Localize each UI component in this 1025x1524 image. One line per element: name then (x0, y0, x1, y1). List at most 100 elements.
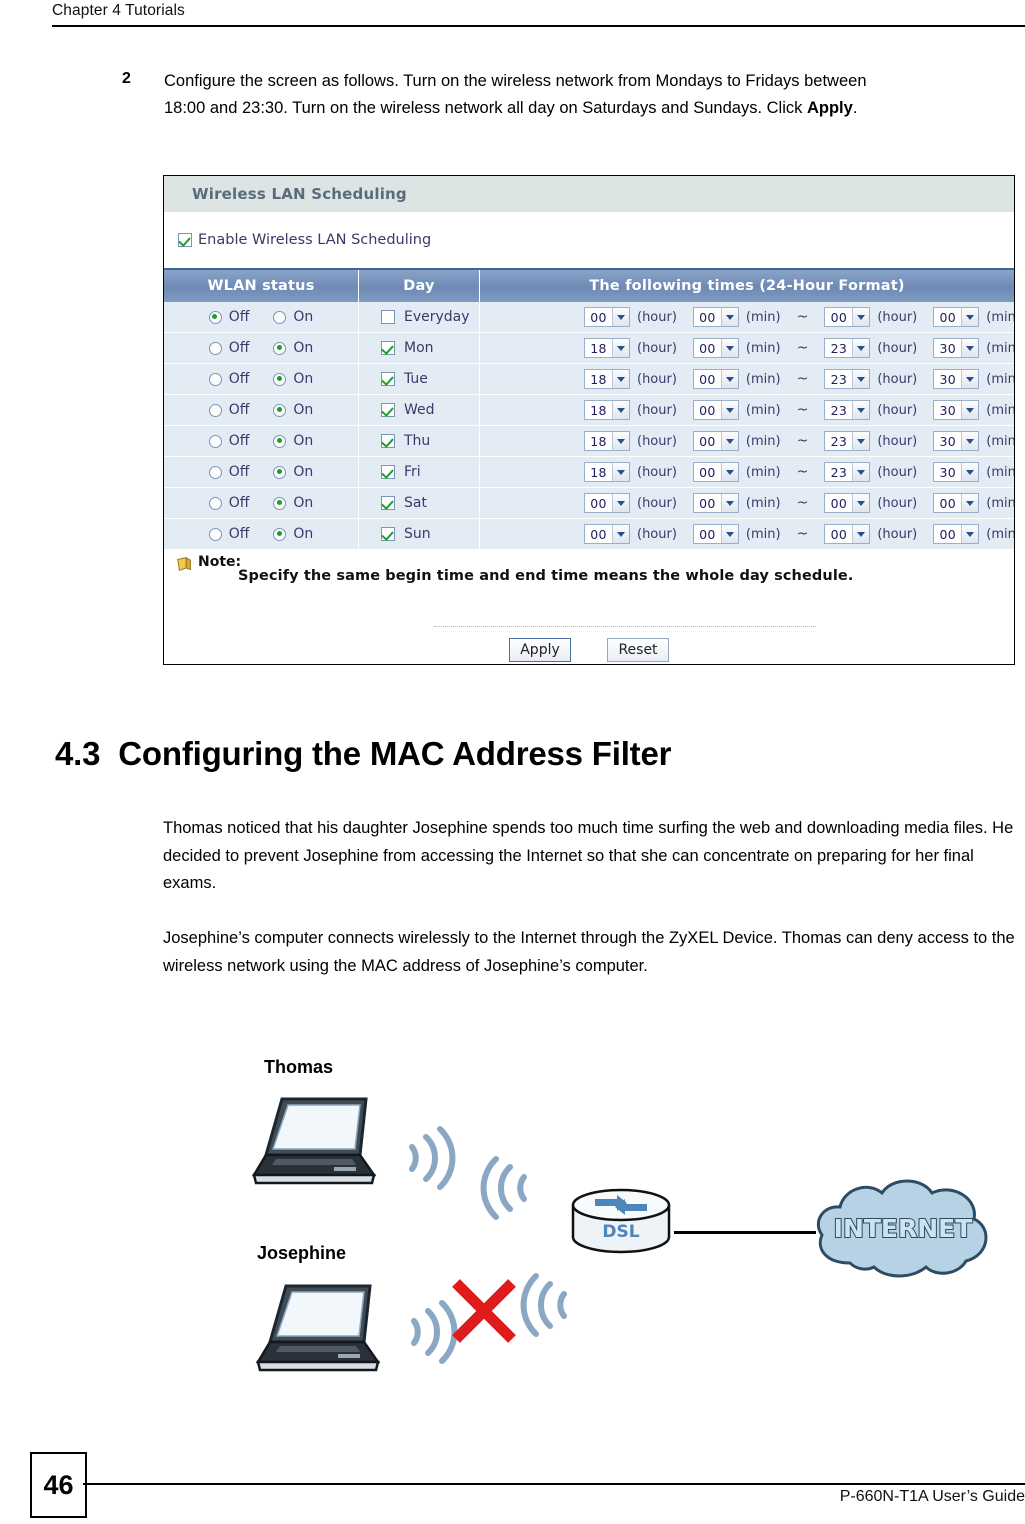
chevron-down-icon[interactable] (961, 494, 979, 512)
end-hour-select-thu[interactable]: 23 (824, 431, 871, 451)
chevron-down-icon[interactable] (852, 308, 870, 326)
radio-off-fri[interactable] (208, 465, 222, 479)
radio-off-sat[interactable] (208, 496, 222, 510)
end-min-select-sun[interactable]: 00 (933, 524, 980, 544)
chevron-down-icon[interactable] (961, 339, 979, 357)
radio-off-thu[interactable] (208, 434, 222, 448)
chevron-down-icon[interactable] (720, 525, 738, 543)
radio-off-sun[interactable] (208, 527, 222, 541)
chevron-down-icon[interactable] (720, 432, 738, 450)
chevron-down-icon[interactable] (961, 432, 979, 450)
end-hour-select-sat[interactable]: 00 (824, 493, 871, 513)
end-hour-select-mon[interactable]: 23 (824, 338, 871, 358)
begin-min-select-fri[interactable]: 00 (692, 462, 739, 482)
apply-button[interactable]: Apply (509, 638, 571, 662)
chevron-down-icon[interactable] (961, 370, 979, 388)
end-min-select-tue[interactable]: 30 (933, 369, 980, 389)
chevron-down-icon[interactable] (612, 494, 629, 512)
day-checkbox-sun[interactable] (381, 527, 395, 541)
day-checkbox-mon[interactable] (381, 341, 395, 355)
chevron-down-icon[interactable] (720, 370, 738, 388)
end-min-select-fri[interactable]: 30 (933, 462, 980, 482)
end-min-select-everyday[interactable]: 00 (933, 307, 980, 327)
chevron-down-icon[interactable] (961, 401, 979, 419)
chevron-down-icon[interactable] (852, 463, 870, 481)
end-hour-select-fri[interactable]: 23 (824, 462, 871, 482)
begin-min-select-thu[interactable]: 00 (692, 431, 739, 451)
radio-on-sun[interactable] (273, 527, 287, 541)
radio-on-tue[interactable] (273, 372, 287, 386)
chevron-down-icon[interactable] (612, 432, 629, 450)
begin-hour-select-mon[interactable]: 18 (584, 338, 630, 358)
begin-hour-select-fri[interactable]: 18 (584, 462, 630, 482)
begin-min-select-everyday[interactable]: 00 (692, 307, 739, 327)
begin-hour-select-wed[interactable]: 18 (584, 400, 630, 420)
chevron-down-icon[interactable] (852, 525, 870, 543)
begin-hour-select-sat[interactable]: 00 (584, 493, 630, 513)
chevron-down-icon[interactable] (852, 401, 870, 419)
begin-hour-select-sun[interactable]: 00 (584, 524, 630, 544)
chevron-down-icon[interactable] (612, 370, 629, 388)
day-checkbox-tue[interactable] (381, 372, 395, 386)
chevron-down-icon[interactable] (612, 308, 629, 326)
end-min-select-thu[interactable]: 30 (933, 431, 980, 451)
chevron-down-icon[interactable] (852, 370, 870, 388)
begin-min-select-wed[interactable]: 00 (692, 400, 739, 420)
begin-min-select-tue[interactable]: 00 (692, 369, 739, 389)
end-hour-select-everyday[interactable]: 00 (824, 307, 871, 327)
begin-hour-select-tue[interactable]: 18 (584, 369, 630, 389)
radio-on-wed[interactable] (273, 403, 287, 417)
chevron-down-icon[interactable] (720, 463, 738, 481)
chevron-down-icon[interactable] (612, 525, 629, 543)
radio-off-mon[interactable] (208, 341, 222, 355)
end-hour-select-sun[interactable]: 00 (824, 524, 871, 544)
reset-button[interactable]: Reset (607, 638, 669, 662)
day-checkbox-everyday[interactable] (381, 310, 395, 324)
day-checkbox-sat[interactable] (381, 496, 395, 510)
radio-off-label: Off (228, 340, 250, 356)
radio-off-wed[interactable] (208, 403, 222, 417)
chevron-down-icon[interactable] (612, 463, 629, 481)
begin-hour-select-thu[interactable]: 18 (584, 431, 630, 451)
chevron-down-icon[interactable] (720, 308, 738, 326)
radio-on-sat[interactable] (273, 496, 287, 510)
radio-off-everyday[interactable] (208, 310, 222, 324)
radio-on-mon[interactable] (273, 341, 287, 355)
radio-off-tue[interactable] (208, 372, 222, 386)
day-checkbox-fri[interactable] (381, 465, 395, 479)
chevron-down-icon[interactable] (852, 339, 870, 357)
day-label: Fri (404, 464, 421, 480)
chevron-down-icon[interactable] (852, 494, 870, 512)
begin-min-select-sun[interactable]: 00 (692, 524, 739, 544)
end-hour-select-tue[interactable]: 23 (824, 369, 871, 389)
end-min-select-mon[interactable]: 30 (933, 338, 980, 358)
chevron-down-icon[interactable] (961, 463, 979, 481)
day-checkbox-thu[interactable] (381, 434, 395, 448)
begin-min-select-sat[interactable]: 00 (692, 493, 739, 513)
hour-unit-label: (hour) (877, 402, 918, 418)
chevron-down-icon[interactable] (961, 308, 979, 326)
end-min-select-sat[interactable]: 00 (933, 493, 980, 513)
chevron-down-icon[interactable] (852, 432, 870, 450)
begin-min-select-mon[interactable]: 00 (692, 338, 739, 358)
schedule-row: Off On Thu 18 (hour) 00 (min) ~23 (hour) 30 (min) (164, 425, 1014, 457)
chevron-down-icon[interactable] (612, 339, 629, 357)
radio-off-label: Off (228, 402, 250, 418)
radio-on-everyday[interactable] (273, 310, 287, 324)
chevron-down-icon[interactable] (961, 525, 979, 543)
step-text-part1: Configure the screen as follows. Turn on… (164, 72, 867, 117)
radio-on-thu[interactable] (273, 434, 287, 448)
enable-scheduling-checkbox[interactable] (178, 233, 192, 247)
chevron-down-icon[interactable] (612, 401, 629, 419)
chevron-down-icon[interactable] (720, 401, 738, 419)
radio-off-label: Off (228, 371, 250, 387)
radio-on-fri[interactable] (273, 465, 287, 479)
begin-hour-select-everyday[interactable]: 00 (584, 307, 630, 327)
end-min-select-wed[interactable]: 30 (933, 400, 980, 420)
chevron-down-icon[interactable] (720, 339, 738, 357)
chevron-down-icon[interactable] (720, 494, 738, 512)
note-label: Note: (198, 554, 242, 570)
end-hour-select-wed[interactable]: 23 (824, 400, 871, 420)
day-checkbox-wed[interactable] (381, 403, 395, 417)
enable-scheduling-row[interactable]: Enable Wireless LAN Scheduling (164, 212, 1014, 268)
